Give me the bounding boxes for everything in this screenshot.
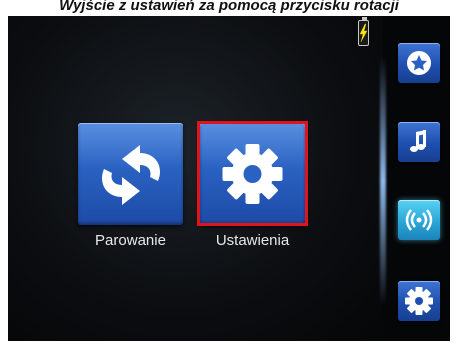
caption-text: Wyjście z ustawień za pomocą przycisku r… [59, 0, 399, 14]
settings-label: Ustawienia [215, 232, 290, 249]
bluetooth-button[interactable] [398, 200, 440, 240]
favorites-button[interactable] [398, 43, 440, 83]
music-button[interactable] [398, 122, 440, 162]
pairing-tile[interactable] [78, 123, 183, 225]
device-screen: Parowanie Ustawienia [8, 16, 450, 341]
music-note-icon [410, 130, 426, 152]
main-menu-area [8, 16, 383, 341]
pairing-label: Parowanie [95, 232, 166, 249]
sidebar-divider [380, 56, 386, 306]
gear-icon [405, 287, 433, 315]
refresh-arrows-icon [102, 145, 160, 205]
battery-charging-icon [358, 17, 369, 46]
settings-side-button[interactable] [398, 281, 440, 321]
signal-waves-icon [405, 209, 433, 231]
selection-highlight [197, 121, 308, 226]
star-icon [407, 51, 431, 75]
